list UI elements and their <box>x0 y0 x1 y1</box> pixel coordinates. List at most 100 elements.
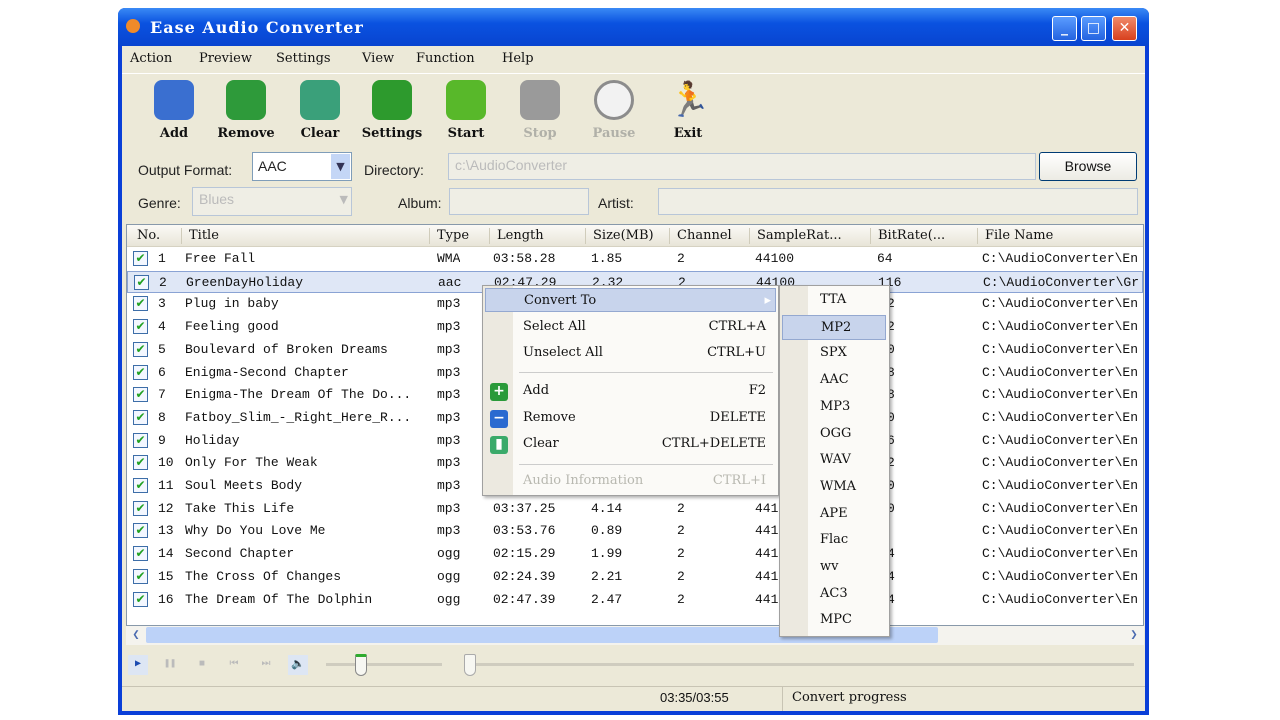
row-checkbox[interactable]: ✔ <box>133 409 148 425</box>
format-ape[interactable]: APE <box>782 502 886 527</box>
row-checkbox[interactable]: ✔ <box>133 478 148 493</box>
row-checkbox[interactable]: ✔ <box>133 500 148 516</box>
row-checkbox[interactable]: ✔ <box>134 274 149 290</box>
genre-select[interactable]: Blues ▼ <box>192 187 352 216</box>
cell-samplerate: 441 <box>755 500 779 516</box>
table-row[interactable]: ✔ 16 The Dream Of The Dolphin ogg 02:47.39 2.… <box>127 589 1143 611</box>
cell-type: ogg <box>437 546 461 562</box>
format-wma[interactable]: WMA <box>782 475 886 500</box>
table-row[interactable]: ✔ 12 Take This Life mp3 03:37.25 4.14 2 441 0 C:\… <box>127 498 1143 520</box>
album-field[interactable] <box>449 188 589 215</box>
toolbar-stop-button[interactable]: Stop <box>508 76 572 148</box>
menu-view[interactable]: View <box>362 51 394 66</box>
column-header[interactable]: File Name <box>985 228 1053 243</box>
volume-icon[interactable]: 🔈 <box>288 655 308 675</box>
column-header[interactable]: Length <box>497 228 544 243</box>
format-tta[interactable]: TTA <box>782 288 886 313</box>
menu-item-remove[interactable]: − Remove DELETE <box>485 406 776 430</box>
column-header[interactable]: No. <box>137 228 160 243</box>
menu-item-unselect-all[interactable]: Unselect All CTRL+U <box>485 341 776 365</box>
directory-field[interactable]: c:\AudioConverter <box>448 153 1036 180</box>
previous-icon[interactable]: ⏮ <box>224 655 244 675</box>
menu-settings[interactable]: Settings <box>276 51 331 66</box>
cell-title: Enigma-Second Chapter <box>185 364 349 380</box>
row-checkbox[interactable]: ✔ <box>133 319 148 335</box>
menu-help[interactable]: Help <box>502 51 534 66</box>
menu-function[interactable]: Function <box>416 51 475 66</box>
format-label: OGG <box>820 425 852 441</box>
toolbar-start-button[interactable]: Start <box>434 76 498 148</box>
menu-item-clear[interactable]: ▮ Clear CTRL+DELETE <box>485 432 776 456</box>
format-mp3[interactable]: MP3 <box>782 395 886 420</box>
pause-icon[interactable]: ❚❚ <box>160 655 180 675</box>
toolbar-pause-button[interactable]: Pause <box>582 76 646 148</box>
chevron-down-icon[interactable]: ▼ <box>340 193 348 206</box>
toolbar-label: Add <box>159 126 189 141</box>
toolbar-settings-button[interactable]: Settings <box>360 76 424 148</box>
close-button[interactable]: ✕ <box>1112 16 1137 41</box>
cell-file: C:\AudioConverter\En <box>982 319 1139 335</box>
toolbar-add-button[interactable]: Add <box>142 76 206 148</box>
volume-slider-thumb[interactable] <box>354 654 367 676</box>
format-mpc[interactable]: MPC <box>782 608 886 633</box>
format-ogg[interactable]: OGG <box>782 422 886 447</box>
toolbar-exit-button[interactable]: 🏃 Exit <box>656 76 720 148</box>
column-header[interactable]: SampleRat... <box>757 228 842 243</box>
toolbar-clear-button[interactable]: Clear <box>288 76 352 148</box>
row-checkbox[interactable]: ✔ <box>133 341 148 357</box>
scroll-right-icon[interactable]: ❯ <box>1126 627 1142 643</box>
menu-action[interactable]: Action <box>130 51 172 66</box>
format-flac[interactable]: Flac <box>782 528 886 553</box>
browse-button[interactable]: Browse <box>1039 152 1137 181</box>
scroll-left-icon[interactable]: ❮ <box>128 627 144 643</box>
next-icon[interactable]: ⏭ <box>256 655 276 675</box>
stop-icon[interactable]: ■ <box>192 655 212 675</box>
format-ac3[interactable]: AC3 <box>782 582 886 607</box>
menu-item-add[interactable]: + Add F2 <box>485 379 776 403</box>
row-checkbox[interactable]: ✔ <box>133 455 148 471</box>
row-checkbox[interactable]: ✔ <box>133 296 148 312</box>
format-mp2[interactable]: MP2 <box>782 314 886 340</box>
maximize-button[interactable]: □ <box>1081 16 1106 41</box>
play-icon[interactable]: ▶ <box>128 655 148 675</box>
cell-size: 1.99 <box>591 546 623 562</box>
table-row[interactable]: ✔ 13 Why Do You Love Me mp3 03:53.76 0.89 2 441… <box>127 520 1143 542</box>
row-checkbox[interactable]: ✔ <box>133 387 148 403</box>
row-checkbox[interactable]: ✔ <box>133 523 148 539</box>
volume-slider[interactable] <box>326 663 442 666</box>
output-format-select[interactable]: AAC ▼ <box>252 152 352 181</box>
column-header[interactable]: Size(MB) <box>593 228 654 243</box>
toolbar-remove-button[interactable]: Remove <box>214 76 278 148</box>
minimize-button[interactable]: _ <box>1052 16 1077 41</box>
row-checkbox[interactable]: ✔ <box>133 591 148 607</box>
format-wav[interactable]: WAV <box>782 448 886 473</box>
title-bar[interactable]: Ease Audio Converter _ □ ✕ <box>118 8 1149 46</box>
column-header[interactable]: BitRate(... <box>878 228 945 243</box>
table-row[interactable]: ✔ 15 The Cross Of Changes ogg 02:24.39 2.21 2 4… <box>127 566 1143 588</box>
row-checkbox[interactable]: ✔ <box>133 546 148 562</box>
menu-item-audio-information: Audio Information CTRL+I <box>485 469 776 493</box>
cell-title: Plug in baby <box>185 296 279 312</box>
row-checkbox[interactable]: ✔ <box>133 568 148 584</box>
table-row[interactable]: ✔ 14 Second Chapter ogg 02:15.29 1.99 2 441 4 C:\… <box>127 543 1143 565</box>
menu-item-select-all[interactable]: Select All CTRL+A <box>485 315 776 339</box>
chevron-down-icon[interactable]: ▼ <box>331 154 350 179</box>
column-header[interactable]: Type <box>437 228 469 243</box>
format-spx[interactable]: SPX <box>782 341 886 366</box>
row-checkbox[interactable]: ✔ <box>133 364 148 380</box>
format-wv[interactable]: wv <box>782 555 886 580</box>
table-row[interactable]: ✔ 1 Free Fall WMA 03:58.28 1.85 2 44100 64 C:\Aud… <box>127 248 1143 270</box>
format-aac[interactable]: AAC <box>782 368 886 393</box>
row-checkbox[interactable]: ✔ <box>133 432 148 448</box>
remove-check-icon <box>226 80 266 120</box>
row-checkbox[interactable]: ✔ <box>133 251 148 266</box>
seek-slider[interactable] <box>464 663 1134 666</box>
menu-item-convert-to[interactable]: Convert To ▸ <box>485 288 776 312</box>
menu-preview[interactable]: Preview <box>199 51 252 66</box>
seek-slider-thumb[interactable] <box>464 654 476 676</box>
horizontal-scrollbar[interactable]: ❮ ❯ <box>126 626 1144 645</box>
column-header[interactable]: Title <box>189 228 219 243</box>
column-header[interactable]: Channel <box>677 228 732 243</box>
cell-no: 6 <box>158 364 166 380</box>
artist-field[interactable] <box>658 188 1138 215</box>
